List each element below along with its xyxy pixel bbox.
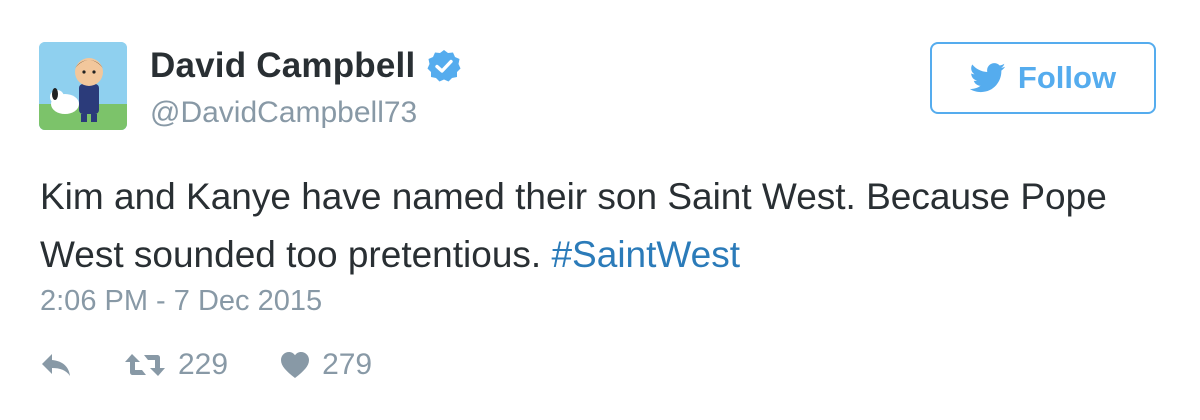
tweet-text: Kim and Kanye have named their son Saint…	[40, 168, 1140, 284]
retweet-icon	[125, 354, 165, 376]
timestamp[interactable]: 2:06 PM - 7 Dec 2015	[40, 285, 322, 318]
like-button[interactable]: 279	[280, 348, 372, 382]
verified-badge-icon	[427, 49, 461, 83]
avatar[interactable]	[39, 42, 127, 130]
follow-button[interactable]: Follow	[930, 42, 1156, 114]
twitter-bird-icon	[969, 63, 1006, 93]
follow-button-label: Follow	[1017, 60, 1117, 95]
retweet-button[interactable]: 229	[124, 348, 228, 382]
heart-icon	[281, 352, 310, 378]
avatar-image	[39, 42, 127, 130]
handle[interactable]: @DavidCampbell73	[150, 96, 417, 130]
reply-button[interactable]	[40, 352, 72, 378]
hashtag-link[interactable]: #SaintWest	[551, 234, 740, 275]
like-count: 279	[322, 348, 373, 381]
author-name-row: David Campbell	[150, 46, 461, 86]
display-name[interactable]: David Campbell	[150, 46, 415, 86]
tweet-actions: 229 279	[40, 348, 372, 382]
retweet-count: 229	[178, 348, 229, 381]
reply-icon	[42, 354, 70, 376]
